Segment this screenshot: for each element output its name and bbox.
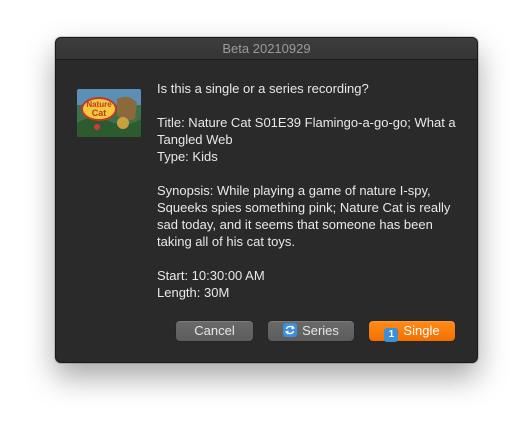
dialog-window: Beta 20210929 Nature Cat Is this a singl… bbox=[55, 37, 478, 363]
nature-cat-logo-image: Nature Cat bbox=[77, 89, 141, 137]
type-text: Type: Kids bbox=[157, 149, 218, 164]
number-one-icon: 1 bbox=[384, 328, 399, 342]
length-text: Length: 30M bbox=[157, 285, 230, 300]
single-button-label: Single bbox=[403, 323, 440, 338]
series-button-label: Series bbox=[302, 323, 339, 338]
synopsis-text: Synopsis: While playing a game of nature… bbox=[157, 183, 451, 249]
window-title: Beta 20210929 bbox=[56, 38, 477, 60]
title-text: Title: Nature Cat S01E39 Flamingo-a-go-g… bbox=[157, 115, 456, 147]
single-button[interactable]: 1 Single bbox=[369, 321, 455, 342]
cancel-button[interactable]: Cancel bbox=[176, 321, 253, 341]
question-text: Is this a single or a series recording? bbox=[157, 81, 369, 96]
cancel-button-label: Cancel bbox=[194, 323, 235, 338]
program-thumbnail: Nature Cat bbox=[77, 89, 141, 137]
repeat-icon bbox=[283, 323, 298, 337]
button-row: Cancel Series 1 Single bbox=[56, 321, 477, 342]
series-button[interactable]: Series bbox=[268, 321, 354, 341]
start-text: Start: 10:30:00 AM bbox=[157, 268, 265, 283]
logo-text-cat: Cat bbox=[92, 108, 107, 118]
recording-details: Is this a single or a series recording? … bbox=[157, 80, 462, 301]
